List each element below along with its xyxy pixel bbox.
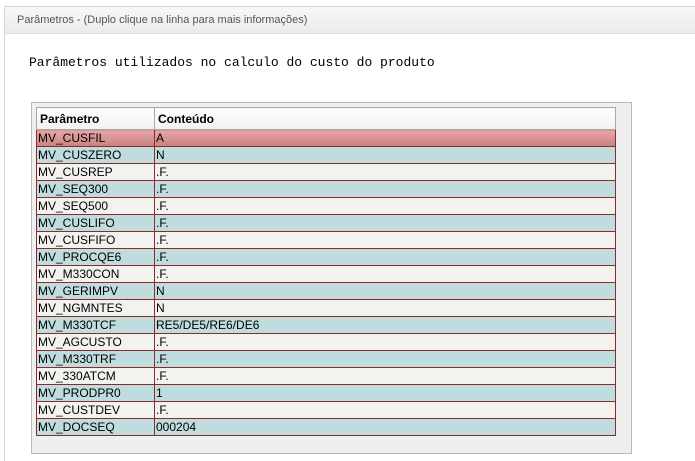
cell-parameter[interactable]: MV_M330TRF — [36, 350, 155, 368]
cell-content[interactable]: .F. — [154, 333, 616, 351]
cell-parameter[interactable]: MV_M330CON — [36, 265, 155, 283]
cell-parameter[interactable]: MV_GERIMPV — [36, 282, 155, 300]
table-row[interactable]: MV_NGMNTES N — [36, 299, 616, 317]
cell-content[interactable]: .F. — [154, 180, 616, 198]
parameters-grid[interactable]: Parâmetro Conteúdo MV_CUSFIL A MV_CUSZERO N… — [36, 107, 616, 436]
table-row[interactable]: MV_GERIMPV N — [36, 282, 616, 300]
cell-content[interactable]: RE5/DE5/RE6/DE6 — [154, 316, 616, 334]
cell-content[interactable]: .F. — [154, 231, 616, 249]
cell-content[interactable]: N — [154, 299, 616, 317]
table-row[interactable]: MV_330ATCM .F. — [36, 367, 616, 385]
cell-parameter[interactable]: MV_AGCUSTO — [36, 333, 155, 351]
table-row[interactable]: MV_CUSZERO N — [36, 146, 616, 164]
cell-content[interactable]: .F. — [154, 350, 616, 368]
cell-parameter[interactable]: MV_CUSLIFO — [36, 214, 155, 232]
table-row[interactable]: MV_M330TRF .F. — [36, 350, 616, 368]
table-row[interactable]: MV_AGCUSTO .F. — [36, 333, 616, 351]
table-row[interactable]: MV_SEQ500 .F. — [36, 197, 616, 215]
table-row[interactable]: MV_CUSFIL A — [36, 129, 616, 147]
table-row[interactable]: MV_CUSREP .F. — [36, 163, 616, 181]
cell-content[interactable]: .F. — [154, 163, 616, 181]
parameters-panel: Parâmetros - (Duplo clique na linha para… — [4, 6, 695, 461]
cell-parameter[interactable]: MV_CUSREP — [36, 163, 155, 181]
table-row[interactable]: MV_CUSFIFO .F. — [36, 231, 616, 249]
cell-content[interactable]: .F. — [154, 197, 616, 215]
column-header-content[interactable]: Conteúdo — [154, 107, 616, 130]
cell-content[interactable]: .F. — [154, 248, 616, 266]
cell-parameter[interactable]: MV_NGMNTES — [36, 299, 155, 317]
cell-content[interactable]: .F. — [154, 367, 616, 385]
parameters-grid-frame: Parâmetro Conteúdo MV_CUSFIL A MV_CUSZERO N… — [31, 102, 632, 454]
table-row[interactable]: MV_CUSTDEV .F. — [36, 401, 616, 419]
cell-parameter[interactable]: MV_SEQ500 — [36, 197, 155, 215]
table-row[interactable]: MV_CUSLIFO .F. — [36, 214, 616, 232]
cell-content[interactable]: A — [154, 129, 616, 147]
cell-parameter[interactable]: MV_CUSFIFO — [36, 231, 155, 249]
cell-content[interactable]: N — [154, 146, 616, 164]
cell-content[interactable]: 1 — [154, 384, 616, 402]
grid-body: MV_CUSFIL A MV_CUSZERO N MV_CUSREP .F. MV_SEQ3… — [36, 129, 616, 436]
cell-content[interactable]: N — [154, 282, 616, 300]
cell-parameter[interactable]: MV_PROCQE6 — [36, 248, 155, 266]
cell-parameter[interactable]: MV_PRODPR0 — [36, 384, 155, 402]
cell-parameter[interactable]: MV_CUSTDEV — [36, 401, 155, 419]
cell-parameter[interactable]: MV_DOCSEQ — [36, 418, 155, 436]
cell-content[interactable]: .F. — [154, 214, 616, 232]
section-title: Parâmetros utilizados no calculo do cust… — [29, 55, 435, 70]
cell-parameter[interactable]: MV_CUSZERO — [36, 146, 155, 164]
table-row[interactable]: MV_SEQ300 .F. — [36, 180, 616, 198]
cell-parameter[interactable]: MV_M330TCF — [36, 316, 155, 334]
cell-parameter[interactable]: MV_SEQ300 — [36, 180, 155, 198]
cell-content[interactable]: .F. — [154, 401, 616, 419]
table-row[interactable]: MV_DOCSEQ 000204 — [36, 418, 616, 436]
table-row[interactable]: MV_M330TCF RE5/DE5/RE6/DE6 — [36, 316, 616, 334]
cell-parameter[interactable]: MV_330ATCM — [36, 367, 155, 385]
cell-content[interactable]: .F. — [154, 265, 616, 283]
grid-header-row: Parâmetro Conteúdo — [36, 107, 616, 130]
cell-content[interactable]: 000204 — [154, 418, 616, 436]
column-header-parameter[interactable]: Parâmetro — [36, 107, 155, 130]
panel-header: Parâmetros - (Duplo clique na linha para… — [5, 7, 695, 34]
table-row[interactable]: MV_PRODPR0 1 — [36, 384, 616, 402]
cell-parameter[interactable]: MV_CUSFIL — [36, 129, 155, 147]
table-row[interactable]: MV_PROCQE6 .F. — [36, 248, 616, 266]
table-row[interactable]: MV_M330CON .F. — [36, 265, 616, 283]
